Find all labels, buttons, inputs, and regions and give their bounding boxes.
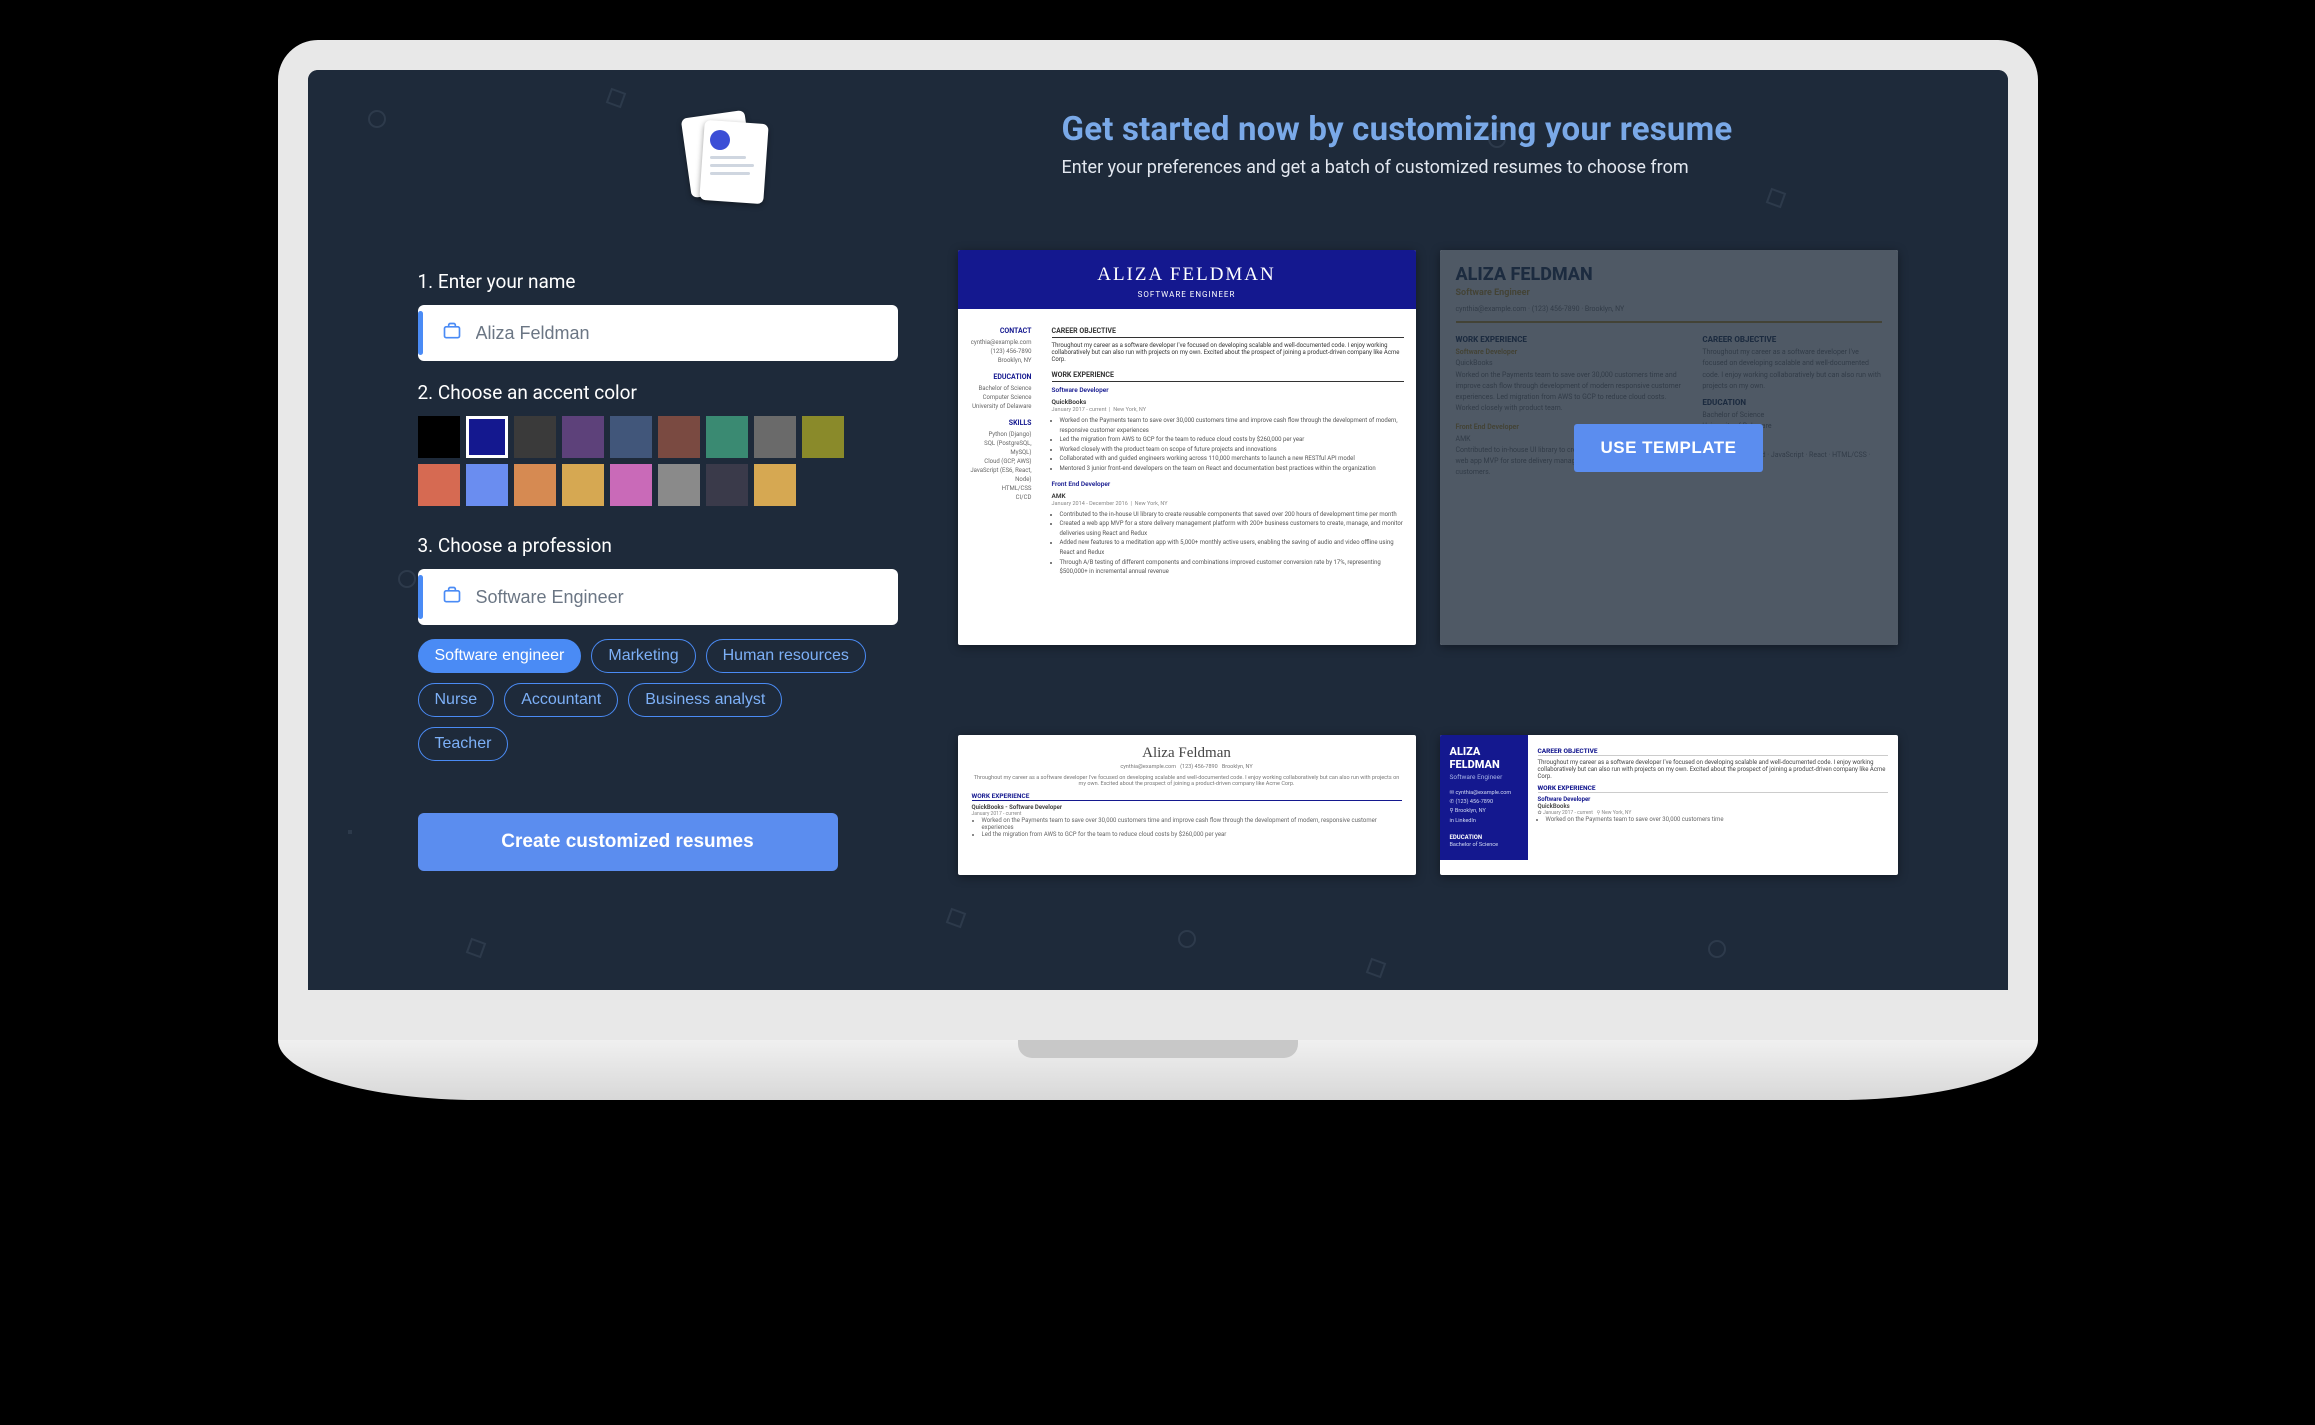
- briefcase-icon: [442, 585, 462, 609]
- color-swatch[interactable]: [562, 416, 604, 458]
- skills-text: Python (Django)SQL (PostgreSQL, MySQL)Cl…: [966, 430, 1032, 502]
- contact-email: cynthia@example.com: [966, 338, 1032, 347]
- color-swatch[interactable]: [754, 416, 796, 458]
- section-education: EDUCATION: [966, 373, 1032, 381]
- page-subtitle: Enter your preferences and get a batch o…: [1062, 157, 1898, 178]
- laptop-frame: Get started now by customizing your resu…: [278, 40, 2038, 1130]
- step2-label: 2. Choose an accent color: [418, 381, 898, 404]
- preview-name: ALIZA FELDMAN: [1450, 745, 1518, 771]
- objective-text: Throughout my career as a software devel…: [1538, 759, 1888, 780]
- section-contact: CONTACT: [966, 327, 1032, 335]
- resume-stack-icon: [678, 110, 773, 205]
- job2-company: AMK: [1052, 492, 1404, 500]
- preview-role: SOFTWARE ENGINEER: [958, 290, 1416, 299]
- previews-grid: ALIZA FELDMAN SOFTWARE ENGINEER CONTACT …: [958, 250, 1898, 940]
- job2-title: Front End Developer: [1052, 480, 1404, 488]
- section-objective: CAREER OBJECTIVE: [1052, 327, 1404, 338]
- laptop-screen: Get started now by customizing your resu…: [278, 40, 2038, 1040]
- resume-preview-2[interactable]: ALIZA FELDMAN Software Engineer cynthia@…: [1440, 250, 1898, 645]
- resume-preview-1[interactable]: ALIZA FELDMAN SOFTWARE ENGINEER CONTACT …: [958, 250, 1416, 645]
- profession-chip[interactable]: Human resources: [706, 639, 866, 673]
- hover-overlay: USE TEMPLATE: [1440, 250, 1898, 645]
- job1-title: Software Developer: [1538, 796, 1888, 803]
- color-swatch[interactable]: [418, 416, 460, 458]
- preview-name: ALIZA FELDMAN: [958, 264, 1416, 286]
- color-swatch[interactable]: [706, 416, 748, 458]
- create-resumes-button[interactable]: Create customized resumes: [418, 813, 838, 871]
- job1-bullets: Worked on the Payments team to save over…: [1060, 416, 1404, 474]
- objective-text: Throughout my career as a software devel…: [1052, 342, 1404, 363]
- profession-chip[interactable]: Software engineer: [418, 639, 582, 673]
- contact-phone: (123) 456-7890: [966, 347, 1032, 356]
- color-swatch[interactable]: [610, 464, 652, 506]
- resume-preview-4[interactable]: ALIZA FELDMAN Software Engineer ✉ cynthi…: [1440, 735, 1898, 875]
- color-swatch[interactable]: [466, 416, 508, 458]
- color-swatch[interactable]: [802, 416, 844, 458]
- section-work: WORK EXPERIENCE: [1052, 371, 1404, 382]
- profession-chips: Software engineer Marketing Human resource…: [418, 639, 878, 761]
- profession-chip[interactable]: Accountant: [504, 683, 618, 717]
- page-title: Get started now by customizing your resu…: [1062, 110, 1898, 149]
- color-swatch[interactable]: [658, 416, 700, 458]
- step3-label: 3. Choose a profession: [418, 534, 898, 557]
- app-root: Get started now by customizing your resu…: [308, 70, 2008, 990]
- use-template-button[interactable]: USE TEMPLATE: [1574, 424, 1762, 472]
- step1-label: 1. Enter your name: [418, 270, 898, 293]
- edu-degree: Bachelor of Science: [966, 384, 1032, 393]
- briefcase-icon: [442, 321, 462, 345]
- contact-line: cynthia@example.com (123) 456-7890 Brook…: [972, 764, 1402, 770]
- section-objective: CAREER OBJECTIVE: [1538, 747, 1888, 756]
- profession-input[interactable]: [476, 587, 880, 608]
- color-swatch[interactable]: [658, 464, 700, 506]
- job1-title: Software Developer: [1052, 386, 1404, 394]
- color-swatch[interactable]: [514, 464, 556, 506]
- preview-name: Aliza Feldman: [972, 745, 1402, 762]
- color-swatch[interactable]: [418, 464, 460, 506]
- profession-chip[interactable]: Business analyst: [628, 683, 782, 717]
- color-swatch[interactable]: [562, 464, 604, 506]
- section-skills: SKILLS: [966, 419, 1032, 427]
- color-swatches: [418, 416, 858, 506]
- color-swatch[interactable]: [610, 416, 652, 458]
- objective-text: Throughout my career as a software devel…: [972, 775, 1402, 787]
- profession-chip[interactable]: Teacher: [418, 727, 509, 761]
- job1-company: QuickBooks: [1538, 803, 1888, 810]
- laptop-base: [278, 1040, 2038, 1100]
- color-swatch[interactable]: [514, 416, 556, 458]
- profession-chip[interactable]: Marketing: [591, 639, 695, 673]
- section-work: WORK EXPERIENCE: [1538, 784, 1888, 793]
- name-input[interactable]: [476, 323, 880, 344]
- edu-school: University of Delaware: [966, 402, 1032, 411]
- color-swatch[interactable]: [466, 464, 508, 506]
- preview-role: Software Engineer: [1450, 773, 1518, 781]
- contact-city: Brooklyn, NY: [966, 356, 1032, 365]
- color-swatch[interactable]: [754, 464, 796, 506]
- job1-company: QuickBooks: [1052, 398, 1404, 406]
- profession-input-wrap[interactable]: [418, 569, 898, 625]
- resume-preview-3[interactable]: Aliza Feldman cynthia@example.com (123) …: [958, 735, 1416, 875]
- section-education: EDUCATION: [1450, 834, 1518, 841]
- job1-bullets: Worked on the Payments team to save over…: [982, 817, 1402, 838]
- name-input-wrap[interactable]: [418, 305, 898, 361]
- edu-major: Computer Science: [966, 393, 1032, 402]
- section-work: WORK EXPERIENCE: [972, 792, 1402, 801]
- page-header: Get started now by customizing your resu…: [418, 110, 1898, 178]
- job2-bullets: Contributed to the in-house UI library t…: [1060, 510, 1404, 577]
- job1-bullets: Worked on the Payments team to save over…: [1546, 816, 1888, 823]
- profession-chip[interactable]: Nurse: [418, 683, 495, 717]
- color-swatch[interactable]: [706, 464, 748, 506]
- form-column: 1. Enter your name 2. Choose an accent c…: [418, 120, 898, 940]
